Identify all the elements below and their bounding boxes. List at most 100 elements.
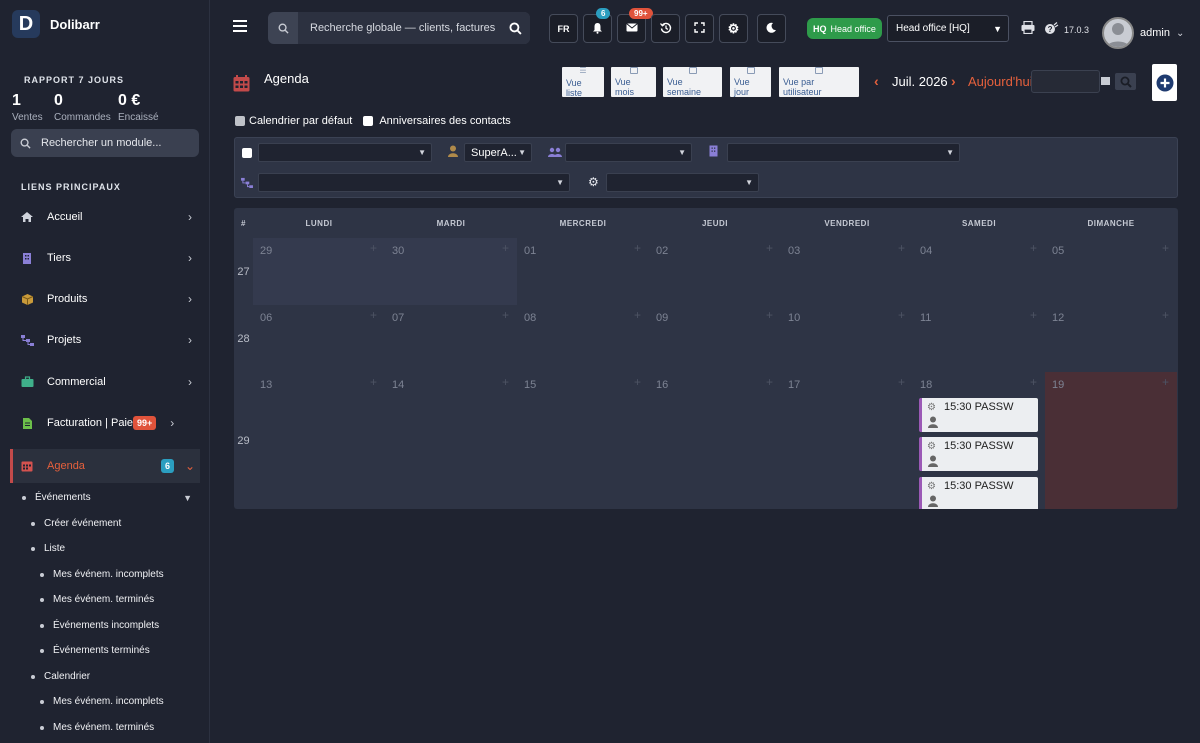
submenu-evenements-incomplets[interactable]: Événements incomplets <box>40 620 159 631</box>
calendar-day-cell[interactable]: 30 + <box>385 238 517 305</box>
menu-item-accueil[interactable]: Accueil › <box>10 200 200 234</box>
calendar-day-cell[interactable]: 03 + <box>781 238 913 305</box>
menu-item-agenda[interactable]: Agenda 6 ⌄ <box>10 449 200 483</box>
week-number[interactable]: 27 <box>234 238 253 305</box>
calendar-day-cell[interactable]: 08 + <box>517 305 649 372</box>
add-event-icon[interactable]: + <box>898 308 905 322</box>
filter-user-select[interactable]: SuperA... ▼ <box>464 143 532 162</box>
submenu-evenements[interactable]: Événements ▼ <box>22 492 192 503</box>
add-event-icon[interactable]: + <box>766 375 773 389</box>
entity-select[interactable]: Head office [HQ] ▼ <box>887 15 1009 42</box>
calendar-day-cell[interactable]: 14 + <box>385 372 517 509</box>
calendar-day-cell[interactable]: 01 + <box>517 238 649 305</box>
calendar-day-cell[interactable]: 12 + <box>1045 305 1177 372</box>
submenu-evenements-termines[interactable]: Événements terminés <box>40 645 150 656</box>
add-event-icon[interactable]: + <box>370 241 377 255</box>
version-info[interactable]: ? 17.0.3 <box>1044 22 1089 37</box>
calendar-event[interactable]: ⚙ 15:30 PASSW <box>919 398 1038 432</box>
printer-icon[interactable] <box>1021 20 1035 37</box>
calendar-day-cell[interactable]: 07 + <box>385 305 517 372</box>
menu-item-projets[interactable]: Projets › <box>10 323 200 357</box>
view-list-button[interactable]: ☰ Vue liste <box>562 66 604 98</box>
calendar-day-cell[interactable]: 10 + <box>781 305 913 372</box>
add-event-button[interactable] <box>1152 64 1177 101</box>
calendar-event[interactable]: ⚙ 15:30 PASSW <box>919 437 1038 471</box>
add-event-icon[interactable]: + <box>370 308 377 322</box>
calendar-day-cell[interactable]: 16 + <box>649 372 781 509</box>
filter-group-select[interactable]: ▼ <box>565 143 692 162</box>
add-event-icon[interactable]: + <box>1162 375 1169 389</box>
birthdays-checkbox[interactable] <box>363 116 374 126</box>
filter-project-select[interactable]: ▼ <box>258 173 570 192</box>
stat-ventes[interactable]: 1 Ventes <box>12 92 43 123</box>
filter-thirdparty-select[interactable]: ▼ <box>727 143 960 162</box>
menu-item-produits[interactable]: Produits › <box>10 282 200 316</box>
hamburger-menu-icon[interactable] <box>233 20 247 34</box>
previous-month-icon[interactable]: ‹ <box>874 73 879 89</box>
submenu-liste[interactable]: Liste <box>31 543 65 554</box>
add-event-icon[interactable]: + <box>1030 375 1037 389</box>
fullscreen-button[interactable] <box>685 14 714 43</box>
add-event-icon[interactable]: + <box>502 241 509 255</box>
calendar-day-cell[interactable]: 02 + <box>649 238 781 305</box>
module-search-input[interactable]: Rechercher un module... <box>11 129 199 157</box>
add-event-icon[interactable]: + <box>370 375 377 389</box>
calendar-day-cell[interactable]: 11 + <box>913 305 1045 372</box>
calendar-day-cell[interactable]: 04 + <box>913 238 1045 305</box>
submenu-cal-mes-incomplets[interactable]: Mes événem. incomplets <box>40 696 164 707</box>
calendar-day-cell[interactable]: 29 + <box>253 238 385 305</box>
submenu-creer-evenement[interactable]: Créer événement <box>31 518 121 529</box>
view-day-button[interactable]: Vue jour <box>730 67 771 97</box>
add-event-icon[interactable]: + <box>1162 241 1169 255</box>
calendar-day-cell[interactable]: 09 + <box>649 305 781 372</box>
calendar-day-cell[interactable]: 17 + <box>781 372 913 509</box>
submenu-mes-termines[interactable]: Mes événem. terminés <box>40 594 154 605</box>
notifications-button[interactable]: 6 <box>583 8 612 43</box>
messages-button[interactable]: 99+ <box>617 8 653 43</box>
next-month-icon[interactable]: › <box>951 73 956 89</box>
user-menu[interactable]: admin ⌄ <box>1102 17 1184 49</box>
dark-mode-button[interactable] <box>757 14 786 43</box>
search-submit-icon[interactable] <box>500 12 530 44</box>
app-logo[interactable]: D Dolibarr <box>12 10 100 38</box>
filter-checkbox[interactable] <box>242 148 252 158</box>
calendar-day-cell[interactable]: 19 + <box>1045 372 1177 509</box>
refresh-search-button[interactable] <box>1115 73 1136 90</box>
date-picker-icon[interactable] <box>1101 77 1110 85</box>
menu-item-commercial[interactable]: Commercial › <box>10 365 200 399</box>
add-event-icon[interactable]: + <box>1030 241 1037 255</box>
week-number[interactable]: 28 <box>234 305 253 372</box>
add-event-icon[interactable]: + <box>898 375 905 389</box>
submenu-mes-incomplets[interactable]: Mes événem. incomplets <box>40 569 164 580</box>
add-event-icon[interactable]: + <box>634 241 641 255</box>
add-event-icon[interactable]: + <box>898 241 905 255</box>
add-event-icon[interactable]: + <box>1162 308 1169 322</box>
menu-item-facturation[interactable]: Facturation | Paiement 99+ › <box>10 406 200 440</box>
add-event-icon[interactable]: + <box>766 241 773 255</box>
submenu-cal-mes-termines[interactable]: Mes événem. terminés <box>40 722 154 733</box>
filter-status-select[interactable]: ▼ <box>606 173 759 192</box>
stat-encaisse[interactable]: 0 € Encaissé <box>118 92 159 123</box>
add-event-icon[interactable]: + <box>634 375 641 389</box>
stat-commandes[interactable]: 0 Commandes <box>54 92 111 123</box>
calendar-day-cell[interactable]: 06 + <box>253 305 385 372</box>
language-button[interactable]: FR <box>549 14 578 43</box>
date-input[interactable] <box>1031 70 1100 93</box>
add-event-icon[interactable]: + <box>502 308 509 322</box>
default-calendar-checkbox[interactable] <box>235 116 245 126</box>
add-event-icon[interactable]: + <box>502 375 509 389</box>
view-month-button[interactable]: Vue mois <box>611 67 656 97</box>
history-button[interactable] <box>651 14 680 43</box>
global-search-input[interactable] <box>298 12 500 44</box>
calendar-day-cell[interactable]: 13 + <box>253 372 385 509</box>
settings-button[interactable]: ⚙ <box>719 14 748 43</box>
calendar-event[interactable]: ⚙ 15:30 PASSW <box>919 477 1038 509</box>
filter-type-select[interactable]: ▼ <box>258 143 432 162</box>
today-link[interactable]: Aujourd'hui <box>968 74 1033 89</box>
submenu-calendrier[interactable]: Calendrier <box>31 671 90 682</box>
week-number[interactable]: 29 <box>234 372 253 509</box>
add-event-icon[interactable]: + <box>1030 308 1037 322</box>
add-event-icon[interactable]: + <box>766 308 773 322</box>
menu-item-tiers[interactable]: Tiers › <box>10 241 200 275</box>
calendar-day-cell[interactable]: 15 + <box>517 372 649 509</box>
